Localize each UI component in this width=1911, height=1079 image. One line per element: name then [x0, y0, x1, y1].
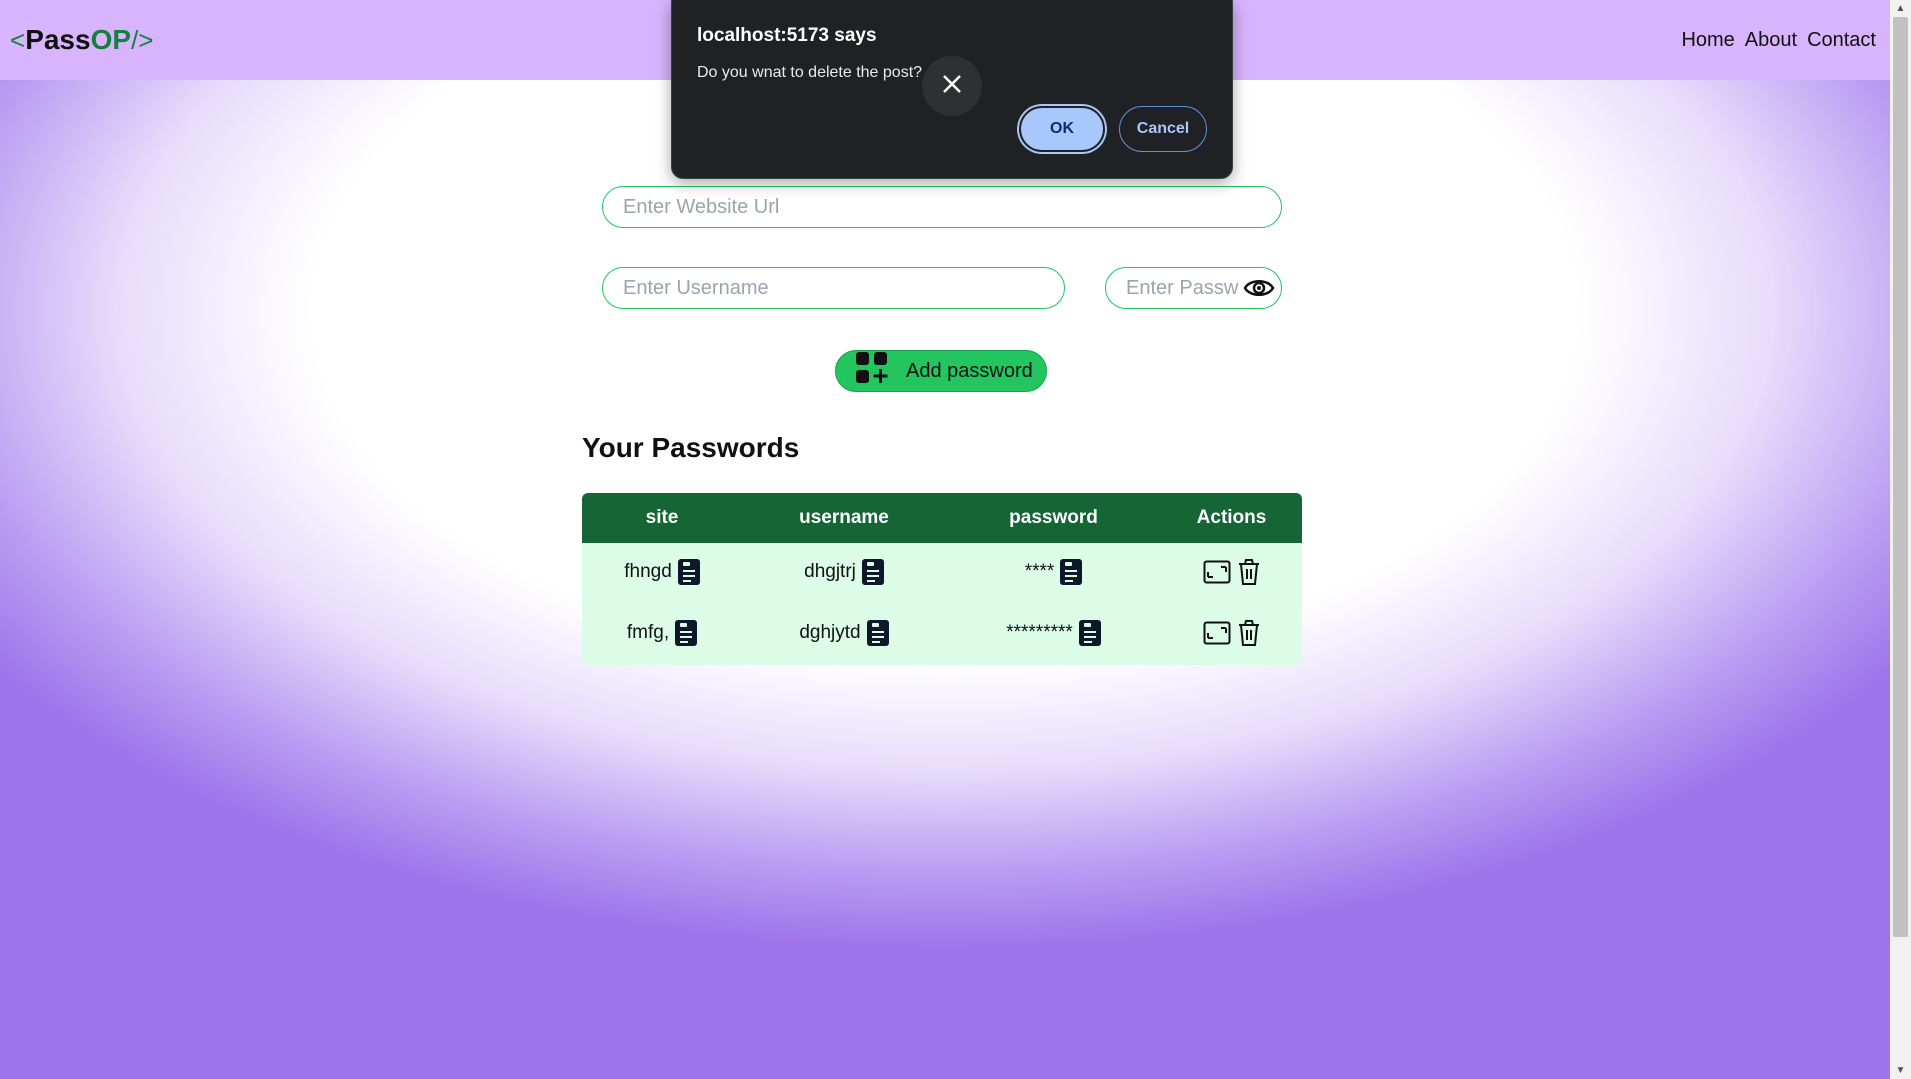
password-text[interactable]: **** — [1025, 561, 1055, 583]
password-cell: **** — [946, 559, 1161, 585]
password-cell: ********* — [946, 620, 1161, 646]
nav-link-home[interactable]: Home — [1681, 29, 1734, 52]
add-password-button[interactable]: Add password — [835, 350, 1047, 392]
actions-cell — [1161, 558, 1302, 586]
site-text[interactable]: fhngd — [624, 561, 672, 583]
column-header-site: site — [645, 507, 679, 528]
nav-link-about[interactable]: About — [1745, 29, 1797, 52]
username-cell: dhgjtrj — [742, 559, 946, 585]
vertical-scrollbar[interactable]: ▲ ▼ — [1890, 0, 1911, 1079]
scroll-up-arrow-icon[interactable]: ▲ — [1890, 0, 1911, 17]
nav-link-contact[interactable]: Contact — [1807, 29, 1876, 52]
table-row: fhngd dhgjtrj **** — [582, 543, 1302, 601]
scroll-down-arrow-icon[interactable]: ▼ — [1890, 1062, 1911, 1079]
site-cell: fmfg, — [582, 620, 742, 646]
username-text[interactable]: dhgjtrj — [804, 561, 856, 583]
website-url-input[interactable] — [602, 186, 1282, 228]
clipboard-icon[interactable] — [866, 620, 889, 646]
edit-icon[interactable] — [1203, 621, 1231, 645]
passwords-table: site username password Actions fhngd dhg… — [582, 493, 1302, 665]
site-cell: fhngd — [582, 559, 742, 585]
table-row: fmfg, dghjytd ********* — [582, 601, 1302, 665]
table-header: site username password Actions — [582, 493, 1302, 543]
dialog-close-button[interactable] — [922, 56, 982, 116]
column-header-password: password — [1009, 507, 1098, 528]
username-input[interactable] — [602, 267, 1065, 309]
trash-icon[interactable] — [1237, 619, 1261, 647]
column-header-username: username — [799, 507, 889, 528]
logo-open-bracket: < — [10, 24, 26, 55]
clipboard-icon[interactable] — [675, 620, 698, 646]
username-cell: dghjytd — [742, 620, 946, 646]
logo-close-bracket: /> — [131, 24, 154, 55]
site-text[interactable]: fmfg, — [627, 622, 669, 644]
logo-pass-text: Pass — [25, 24, 91, 55]
grid-plus-icon — [856, 352, 888, 390]
clipboard-icon[interactable] — [677, 559, 700, 585]
close-icon — [942, 74, 962, 99]
clipboard-icon[interactable] — [1060, 559, 1083, 585]
confirm-dialog: localhost:5173 says Do you wnat to delet… — [671, 0, 1233, 179]
nav-links: Home About Contact — [1681, 29, 1876, 52]
trash-icon[interactable] — [1237, 558, 1261, 586]
column-header-actions: Actions — [1196, 507, 1267, 528]
edit-icon[interactable] — [1203, 560, 1231, 584]
clipboard-icon[interactable] — [861, 559, 884, 585]
clipboard-icon[interactable] — [1078, 620, 1101, 646]
password-text[interactable]: ********* — [1006, 622, 1073, 644]
actions-cell — [1161, 619, 1302, 647]
dialog-cancel-button[interactable]: Cancel — [1119, 106, 1207, 152]
eye-icon[interactable] — [1243, 274, 1275, 302]
dialog-ok-button[interactable]: OK — [1019, 106, 1105, 152]
username-text[interactable]: dghjytd — [799, 622, 860, 644]
add-password-label: Add password — [906, 359, 1033, 382]
dialog-title: localhost:5173 says — [697, 25, 877, 46]
your-passwords-heading: Your Passwords — [582, 432, 800, 463]
dialog-message: Do you wnat to delete the post? — [697, 64, 923, 81]
logo-op-text: OP — [90, 24, 132, 55]
logo: < Pass OP /> — [10, 24, 153, 56]
scrollbar-thumb[interactable] — [1893, 17, 1908, 937]
